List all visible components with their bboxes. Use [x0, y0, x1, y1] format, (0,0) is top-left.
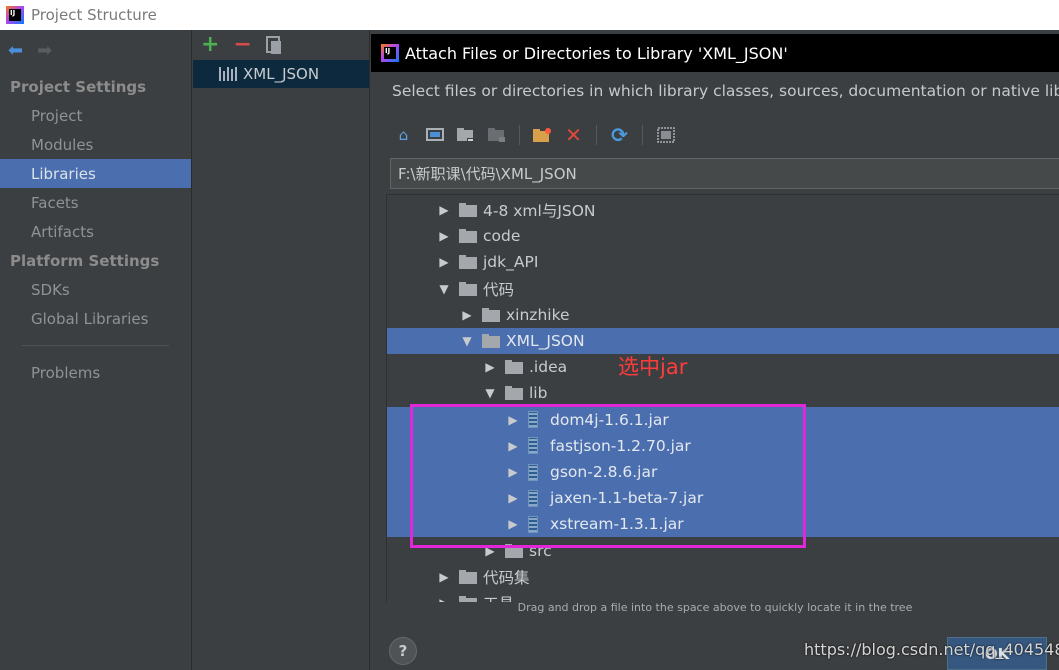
tree-row-folder[interactable]: ▼ XML_JSON — [387, 328, 1059, 354]
libraries-toolbar: + − — [193, 30, 369, 60]
folder-icon — [459, 255, 477, 270]
library-item[interactable]: XML_JSON — [193, 60, 369, 88]
expanded-arrow-icon[interactable]: ▼ — [460, 334, 474, 348]
file-chooser-toolbar: ⌂ ✕ ⟳ — [393, 122, 676, 148]
new-folder-icon[interactable] — [532, 125, 553, 145]
desktop-icon[interactable] — [424, 125, 445, 145]
tree-row-label: xinzhike — [506, 305, 570, 324]
collapsed-arrow-icon[interactable]: ▶ — [437, 570, 451, 584]
home-icon[interactable]: ⌂ — [393, 125, 414, 145]
toolbar-separator — [519, 125, 520, 145]
intellij-app-icon: IJ — [6, 6, 24, 24]
nav-arrows: ⬅ ➡ — [0, 30, 191, 72]
tree-row-folder[interactable]: ▶ .idea — [387, 354, 1059, 380]
tree-row-folder[interactable]: ▶ xinzhike — [387, 302, 1059, 328]
dialog-description: Select files or directories in which lib… — [392, 82, 1059, 100]
tree-row-folder[interactable]: ▼ 代码 — [387, 276, 1059, 302]
collapsed-arrow-icon[interactable]: ▶ — [460, 308, 474, 322]
sidebar-item-problems[interactable]: Problems — [0, 358, 191, 387]
sidebar-item-project[interactable]: Project — [0, 101, 191, 130]
window-title: Project Structure — [31, 6, 157, 24]
window-titlebar: IJ Project Structure — [0, 0, 1059, 30]
libraries-panel: + − XML_JSON — [193, 30, 370, 670]
copy-icon[interactable] — [265, 36, 282, 54]
tree-row-label: 代码集 — [483, 568, 530, 587]
plus-icon[interactable]: + — [201, 34, 219, 56]
toolbar-separator — [596, 125, 597, 145]
highlight-box — [410, 404, 806, 548]
tree-row-label: XML_JSON — [506, 332, 585, 350]
dialog-titlebar: IJ Attach Files or Directories to Librar… — [371, 30, 1059, 72]
module-folder-icon[interactable] — [486, 125, 507, 145]
folder-icon — [482, 334, 500, 348]
tree-row-folder[interactable]: ▶ 代码集 — [387, 564, 1059, 590]
path-input[interactable]: F:\新职课\代码\XML_JSON — [390, 158, 1059, 189]
tree-row-folder[interactable]: ▼ lib — [387, 380, 1059, 406]
forward-arrow-icon[interactable]: ➡ — [37, 42, 52, 60]
sidebar-item-artifacts[interactable]: Artifacts — [0, 217, 191, 246]
collapsed-arrow-icon[interactable]: ▶ — [437, 229, 451, 243]
sidebar-divider — [22, 345, 169, 346]
refresh-icon[interactable]: ⟳ — [609, 123, 630, 147]
attach-files-dialog: IJ Attach Files or Directories to Librar… — [371, 30, 1059, 670]
library-icon — [219, 67, 237, 81]
project-folder-icon[interactable] — [455, 125, 476, 145]
collapsed-arrow-icon[interactable]: ▶ — [483, 360, 497, 374]
tree-row-label: 4-8 xml与JSON — [483, 202, 596, 220]
folder-icon — [505, 386, 523, 401]
tree-row-folder[interactable]: ▶ code — [387, 223, 1059, 249]
collapsed-arrow-icon[interactable]: ▶ — [437, 203, 451, 217]
drag-drop-hint: Drag and drop a file into the space abov… — [517, 601, 913, 614]
intellij-app-icon: IJ — [381, 44, 399, 62]
tree-row-label: code — [483, 227, 521, 246]
annotation-label: 选中jar — [618, 355, 688, 379]
expanded-arrow-icon[interactable]: ▼ — [483, 386, 497, 400]
dialog-title: Attach Files or Directories to Library '… — [405, 43, 788, 63]
sidebar-item-facets[interactable]: Facets — [0, 188, 191, 217]
folder-icon — [459, 203, 477, 217]
tree-row-label: 代码 — [483, 280, 515, 299]
back-arrow-icon[interactable]: ⬅ — [8, 42, 23, 60]
minus-icon[interactable]: − — [233, 34, 251, 56]
collapsed-arrow-icon[interactable]: ▶ — [437, 255, 451, 269]
expanded-arrow-icon[interactable]: ▼ — [437, 282, 451, 296]
sidebar-item-global-libraries[interactable]: Global Libraries — [0, 304, 191, 333]
file-tree[interactable]: ▶ 4-8 xml与JSON ▶ code ▶ jdk_API ▼ 代码 ▶ xinzhike ▼ X… — [386, 194, 1059, 602]
folder-icon — [459, 229, 477, 244]
platform-settings-header: Platform Settings — [10, 251, 160, 270]
sidebar-item-libraries[interactable]: Libraries — [0, 159, 191, 188]
tree-row-label: jdk_API — [483, 253, 539, 272]
folder-icon — [459, 281, 477, 296]
tree-row-label: .idea — [529, 358, 568, 377]
show-hidden-icon[interactable] — [655, 125, 676, 145]
tree-row-label: lib — [529, 384, 548, 403]
folder-icon — [482, 307, 500, 322]
tree-row-folder[interactable]: ▶ 4-8 xml与JSON — [387, 197, 1059, 223]
delete-icon[interactable]: ✕ — [563, 123, 584, 147]
project-settings-header: Project Settings — [10, 77, 147, 96]
folder-icon — [459, 569, 477, 584]
sidebar-item-sdks[interactable]: SDKs — [0, 275, 191, 304]
watermark: https://blog.csdn.net/qq_40454863 — [804, 640, 1059, 659]
toolbar-separator — [642, 125, 643, 145]
help-button[interactable]: ? — [389, 637, 417, 665]
settings-sidebar: ⬅ ➡ Project Settings Project Modules Lib… — [0, 30, 192, 670]
library-item-label: XML_JSON — [243, 65, 320, 83]
tree-row-folder[interactable]: ▶ jdk_API — [387, 249, 1059, 275]
sidebar-item-modules[interactable]: Modules — [0, 130, 191, 159]
folder-icon — [505, 360, 523, 375]
